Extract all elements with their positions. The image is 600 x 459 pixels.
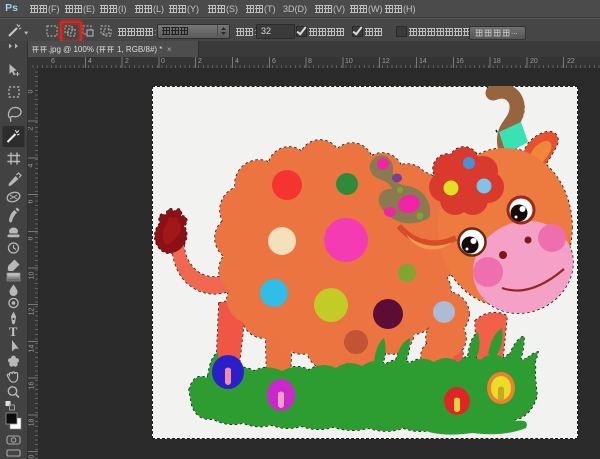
- svg-text:T: T: [9, 325, 18, 339]
